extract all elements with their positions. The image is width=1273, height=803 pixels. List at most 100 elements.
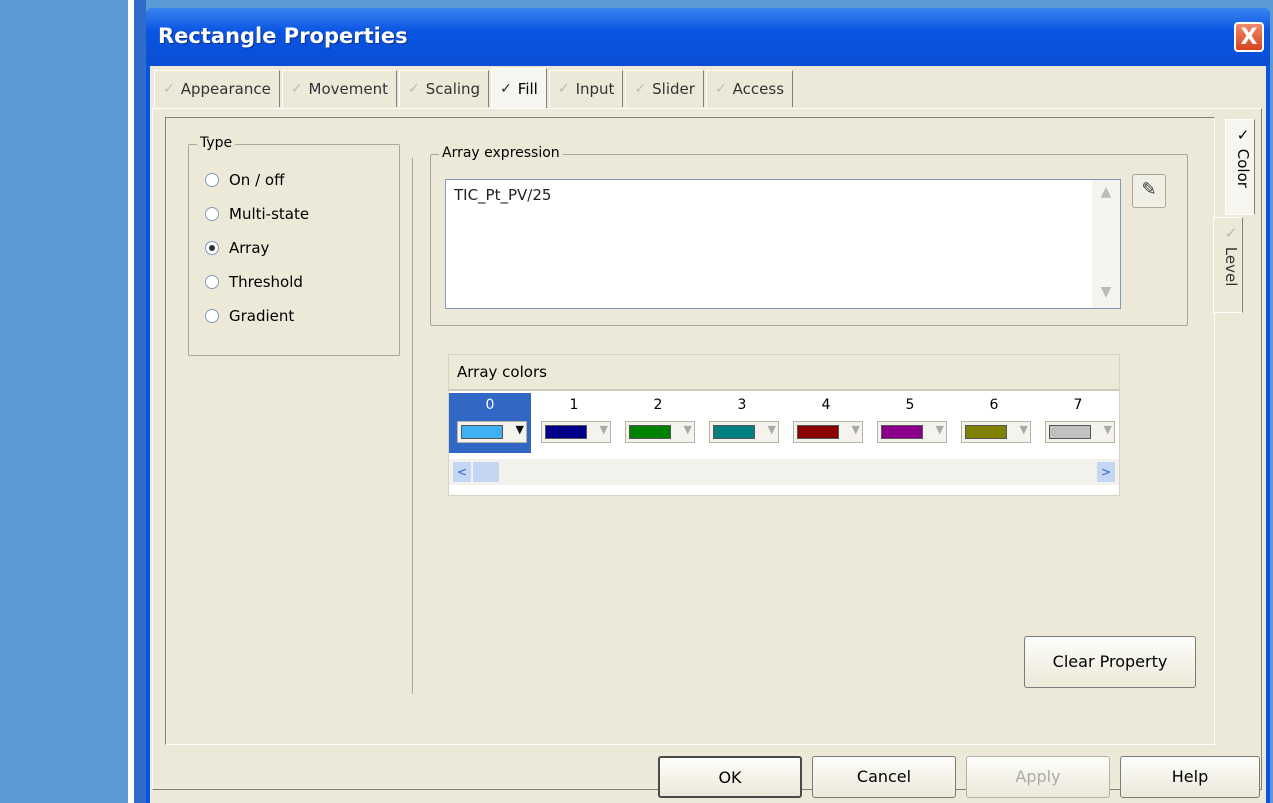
chevron-down-icon: ▼ [683,423,692,436]
close-icon: X [1240,25,1258,50]
radio-label: Threshold [229,273,303,291]
scroll-down-icon[interactable]: ▼ [1096,284,1116,304]
ok-button[interactable]: OK [658,756,802,798]
array-expression-value: TIC_Pt_PV/25 [454,186,552,204]
color-dropdown[interactable]: ▼ [1045,421,1115,443]
check-icon: ✓ [500,81,512,97]
check-icon: ✓ [557,81,570,97]
tab-movement[interactable]: ✓ Movement [281,70,397,107]
tab-slider[interactable]: ✓ Slider [625,70,704,107]
color-dropdown[interactable]: ▼ [625,421,695,443]
radio-button[interactable] [205,173,219,187]
check-icon: ✓ [408,81,420,97]
scroll-right-icon[interactable]: > [1097,462,1115,482]
color-cell-2[interactable]: 2 ▼ [617,393,699,453]
type-groupbox: Type On / off Multi-state Array Threshol… [188,135,400,356]
tab-label: Slider [652,80,695,98]
color-cell-3[interactable]: 3 ▼ [701,393,783,453]
color-dropdown[interactable]: ▼ [457,421,527,443]
color-cell-4[interactable]: 4 ▼ [785,393,867,453]
radio-multi-state[interactable]: Multi-state [205,205,309,223]
color-swatch [545,425,587,439]
radio-button[interactable] [205,275,219,289]
tab-fill[interactable]: ✓ Fill [491,68,547,109]
type-legend: Type [197,135,236,151]
chevron-down-icon: ▼ [599,423,608,436]
dialog-client-area: ✓ Appearance ✓ Movement ✓ Scaling ✓ Fill ✓ In… [150,66,1266,803]
radio-array[interactable]: Array [205,239,269,257]
array-expression-input[interactable]: TIC_Pt_PV/25 ▲ ▼ [445,179,1121,309]
radio-on-off[interactable]: On / off [205,171,284,189]
side-tab-level-label: ✓ Level [1222,224,1240,286]
help-button[interactable]: Help [1120,756,1260,798]
tab-label: Movement [308,80,388,98]
check-icon: ✓ [1222,224,1240,242]
color-dropdown[interactable]: ▼ [709,421,779,443]
color-index: 3 [737,397,747,413]
check-icon: ✓ [163,81,175,97]
side-tab-color-label: ✓ Color [1234,126,1252,188]
clear-property-button[interactable]: Clear Property [1024,636,1196,688]
color-cell-7[interactable]: 7 ▼ [1037,393,1119,453]
array-colors-scrollbar[interactable]: < > [449,459,1119,485]
tab-label: Scaling [425,80,481,98]
check-icon: ✓ [714,81,727,97]
side-tab-color[interactable]: ✓ Color [1225,119,1255,215]
tab-scaling[interactable]: ✓ Scaling [399,70,490,107]
color-index: 0 [485,397,495,413]
color-swatch [629,425,671,439]
chevron-down-icon: ▼ [851,423,860,436]
color-cell-0[interactable]: 0 ▼ [449,393,531,453]
chevron-down-icon: ▼ [1019,423,1028,436]
color-dropdown[interactable]: ▼ [541,421,611,443]
tab-appearance[interactable]: ✓ Appearance [154,70,280,107]
color-swatch [797,425,839,439]
color-dropdown[interactable]: ▼ [877,421,947,443]
array-colors-header: Array colors [449,355,1119,391]
chevron-down-icon: ▼ [1103,423,1112,436]
radio-label: On / off [229,171,285,189]
radio-button[interactable] [205,207,219,221]
title-bar[interactable]: Rectangle Properties X [146,8,1270,66]
scroll-thumb[interactable] [473,462,499,482]
check-icon: ✓ [634,81,647,97]
array-colors-panel: Array colors 0 ▼ 1 ▼ 2 ▼ 3 ▼ 4 ▼ 5 ▼ 6 ▼… [448,354,1120,496]
color-cell-5[interactable]: 5 ▼ [869,393,951,453]
expression-scrollbar[interactable]: ▲ ▼ [1092,180,1120,308]
chevron-down-icon: ▼ [767,423,776,436]
tab-label: Input [575,80,615,98]
color-index: 7 [1073,397,1083,413]
scroll-left-icon[interactable]: < [453,462,471,482]
radio-threshold[interactable]: Threshold [205,273,303,291]
color-cell-1[interactable]: 1 ▼ [533,393,615,453]
apply-button[interactable]: Apply [966,756,1110,798]
chevron-down-icon: ▼ [515,423,524,436]
tag-browse-button[interactable]: ✎ [1132,174,1166,208]
fill-tab-page: Type On / off Multi-state Array Threshol… [152,108,1262,790]
tab-label: Appearance [180,80,271,98]
radio-label: Array [229,239,270,257]
color-index: 2 [653,397,663,413]
radio-gradient[interactable]: Gradient [205,307,294,325]
radio-button[interactable] [205,309,219,323]
cancel-button[interactable]: Cancel [812,756,956,798]
tab-input[interactable]: ✓ Input [548,70,624,107]
chevron-down-icon: ▼ [935,423,944,436]
color-dropdown[interactable]: ▼ [793,421,863,443]
tab-access[interactable]: ✓ Access [705,70,794,107]
color-dropdown[interactable]: ▼ [961,421,1031,443]
tag-browse-icon: ✎ [1141,179,1157,200]
color-cell-6[interactable]: 6 ▼ [953,393,1035,453]
radio-button[interactable] [205,241,219,255]
check-icon: ✓ [290,81,303,97]
close-button[interactable]: X [1234,22,1264,52]
rectangle-properties-dialog: Rectangle Properties X ✓ Appearance ✓ Move… [146,8,1270,803]
side-tab-level[interactable]: ✓ Level [1213,217,1243,313]
color-swatch [965,425,1007,439]
color-index: 5 [905,397,915,413]
scroll-up-icon[interactable]: ▲ [1096,184,1116,204]
check-icon: ✓ [1234,126,1252,144]
color-swatch [1049,425,1091,439]
color-index: 4 [821,397,831,413]
color-index: 6 [989,397,999,413]
